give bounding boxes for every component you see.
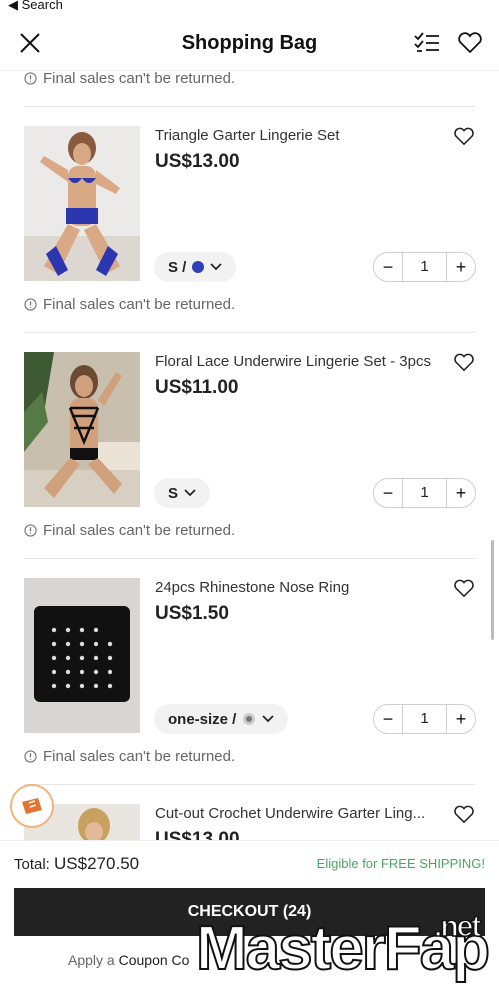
info-icon (24, 524, 37, 537)
product-price: US$13.00 (155, 829, 240, 840)
watermark-suffix: .net (433, 909, 482, 944)
info-icon (24, 298, 37, 311)
chevron-down-icon (262, 715, 274, 723)
info-icon (24, 750, 37, 763)
total-label: Total: (14, 856, 50, 873)
quantity-stepper[interactable]: − 1 + (373, 252, 476, 282)
product-name[interactable]: Triangle Garter Lingerie Set (155, 127, 340, 144)
save-item-heart-icon[interactable] (453, 804, 475, 824)
product-image[interactable] (24, 352, 140, 507)
quantity-stepper[interactable]: − 1 + (373, 478, 476, 508)
decrease-qty-button[interactable]: − (374, 257, 402, 278)
final-sale-notice: Final sales can't be returned. (24, 296, 235, 313)
item-divider (24, 106, 475, 107)
free-shipping-note: Eligible for FREE SHIPPING! (316, 856, 485, 871)
decrease-qty-button[interactable]: − (374, 483, 402, 504)
variant-label: S (168, 484, 179, 502)
nose-ring-swatch-icon (243, 713, 256, 725)
coupon-text: Coupon Co (118, 952, 190, 968)
variant-selector[interactable]: S (154, 478, 211, 508)
chevron-down-icon (210, 263, 222, 271)
info-icon (24, 72, 37, 85)
final-sale-notice: Final sales can't be returned. (24, 70, 235, 87)
product-price: US$13.00 (155, 151, 240, 172)
item-divider (24, 784, 475, 785)
coupon-float-button[interactable] (10, 784, 54, 828)
color-swatch (192, 261, 205, 273)
coupon-prefix: Apply a (68, 952, 115, 968)
save-item-heart-icon[interactable] (453, 578, 475, 598)
variant-label: S / (168, 258, 187, 276)
header-bar: Shopping Bag (0, 22, 499, 68)
order-total: Total: US$270.50 (14, 854, 139, 874)
variant-selector[interactable]: one-size / (154, 704, 289, 734)
quantity-value: 1 (402, 253, 447, 281)
product-image[interactable] (24, 578, 140, 733)
site-watermark: MasterFap .net (195, 909, 491, 980)
apply-coupon-link[interactable]: Apply a Coupon Co (68, 952, 189, 968)
quantity-stepper[interactable]: − 1 + (373, 704, 476, 734)
variant-selector[interactable]: S / (154, 252, 237, 282)
total-value: US$270.50 (54, 854, 140, 873)
increase-qty-button[interactable]: + (447, 483, 475, 504)
quantity-value: 1 (402, 705, 447, 733)
product-name[interactable]: Cut-out Crochet Underwire Garter Ling... (155, 805, 425, 822)
variant-label: one-size / (168, 710, 237, 728)
product-price: US$1.50 (155, 603, 229, 624)
notice-text: Final sales can't be returned. (43, 70, 236, 87)
scrollbar[interactable] (491, 540, 494, 640)
coupon-ticket-icon (22, 798, 42, 814)
product-price: US$11.00 (155, 377, 239, 398)
wishlist-heart-icon[interactable] (457, 32, 483, 54)
save-item-heart-icon[interactable] (453, 126, 475, 146)
notice-text: Final sales can't be returned. (43, 748, 236, 765)
increase-qty-button[interactable]: + (447, 709, 475, 730)
product-name[interactable]: 24pcs Rhinestone Nose Ring (155, 579, 349, 596)
final-sale-notice: Final sales can't be returned. (24, 522, 235, 539)
item-divider (24, 332, 475, 333)
increase-qty-button[interactable]: + (447, 257, 475, 278)
product-image[interactable] (24, 126, 140, 281)
chevron-down-icon (184, 489, 196, 497)
decrease-qty-button[interactable]: − (374, 709, 402, 730)
notice-text: Final sales can't be returned. (43, 522, 236, 539)
checklist-icon[interactable] (414, 32, 440, 54)
product-name[interactable]: Floral Lace Underwire Lingerie Set - 3pc… (155, 353, 431, 370)
final-sale-notice: Final sales can't be returned. (24, 748, 235, 765)
save-item-heart-icon[interactable] (453, 352, 475, 372)
back-to-search-link[interactable]: ◀ Search (8, 0, 63, 13)
item-divider (24, 558, 475, 559)
notice-text: Final sales can't be returned. (43, 296, 236, 313)
quantity-value: 1 (402, 479, 447, 507)
